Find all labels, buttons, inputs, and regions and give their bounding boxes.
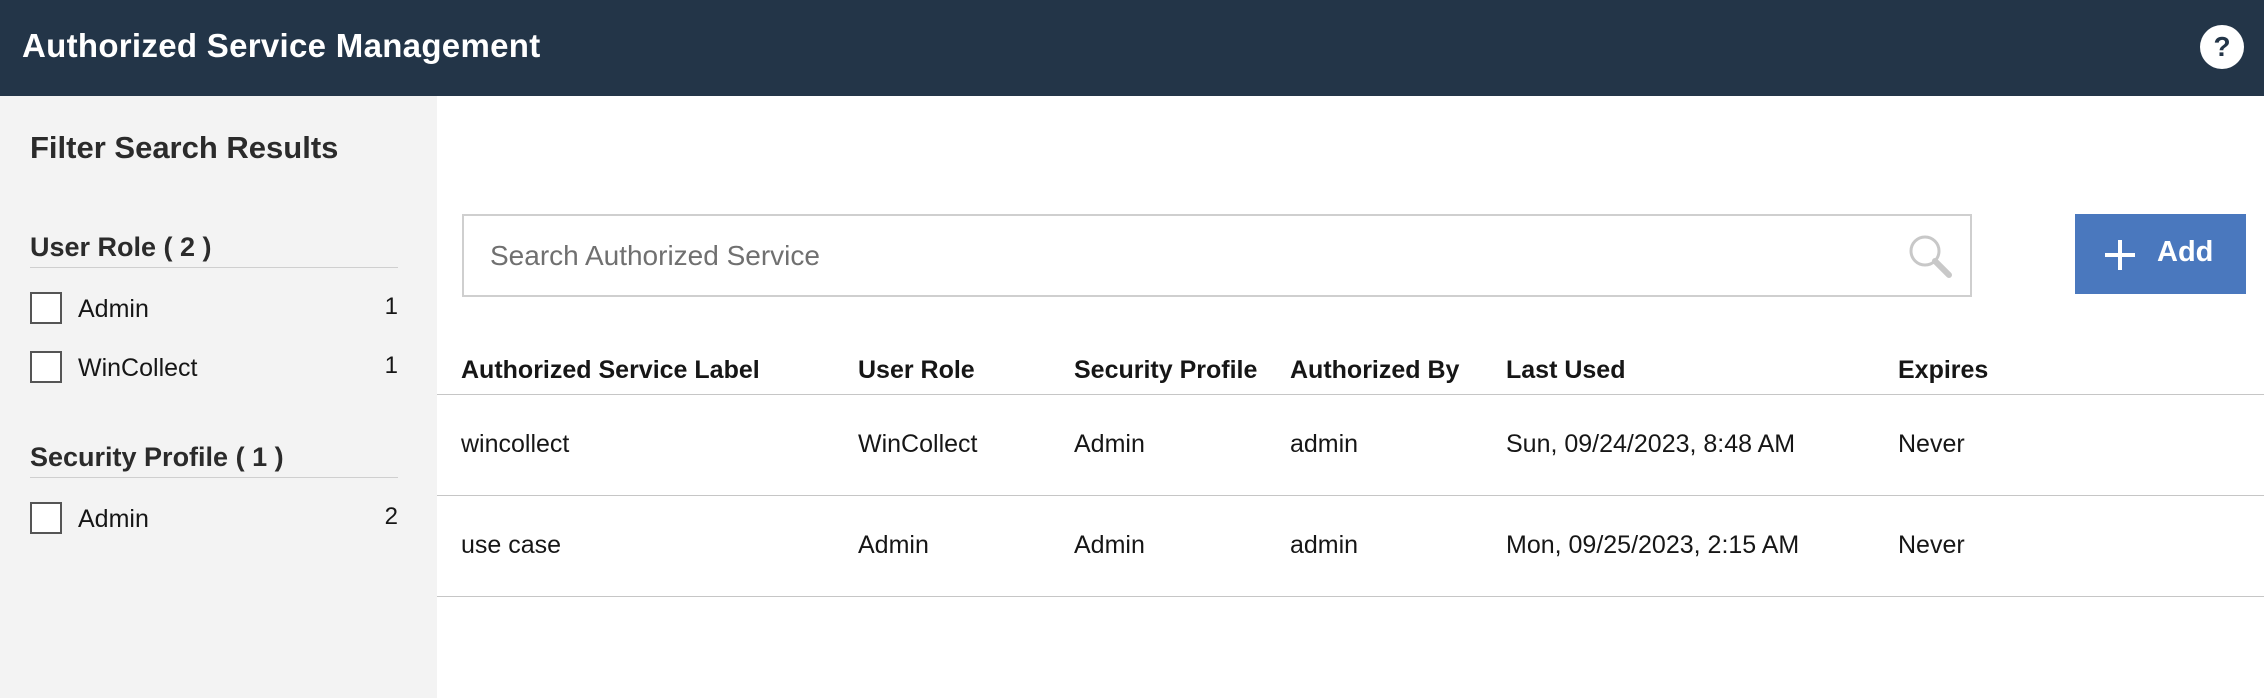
app-header: Authorized Service Management ? [0,0,2264,96]
cell-expires: Never [1898,531,1965,559]
cell-last-used: Mon, 09/25/2023, 2:15 AM [1506,531,1800,559]
filter-option-count: 2 [384,503,398,530]
filter-group-security-profile-heading: Security Profile ( 1 ) [30,442,398,478]
filter-option-label: WinCollect [78,354,198,382]
column-header-authorized-by[interactable]: Authorized By [1290,356,1459,385]
column-header-label[interactable]: Authorized Service Label [461,356,760,385]
column-header-expires[interactable]: Expires [1898,356,1988,385]
filter-group-user-role-heading: User Role ( 2 ) [30,232,398,268]
cell-user-role: WinCollect [858,430,978,458]
add-button-label: Add [2157,236,2214,268]
filter-option-count: 1 [384,293,398,320]
plus-icon [2105,240,2135,270]
cell-service-label: wincollect [461,430,570,458]
filter-sidebar: Filter Search Results User Role ( 2 ) Ad… [0,96,437,698]
table-row[interactable]: use case Admin Admin admin Mon, 09/25/20… [437,496,2264,597]
checkbox[interactable] [30,351,62,383]
filter-option-user-role-admin[interactable]: Admin 1 [30,291,398,327]
cell-service-label: use case [461,531,562,559]
search-box [462,214,1972,297]
column-header-security-profile[interactable]: Security Profile [1074,356,1257,385]
filter-option-user-role-wincollect[interactable]: WinCollect 1 [30,350,398,386]
cell-security-profile: Admin [1074,430,1145,458]
cell-last-used: Sun, 09/24/2023, 8:48 AM [1506,430,1796,458]
cell-security-profile: Admin [1074,531,1145,559]
page-title: Authorized Service Management [22,27,541,64]
cell-user-role: Admin [858,531,929,559]
table-row[interactable]: wincollect WinCollect Admin admin Sun, 0… [437,395,2264,496]
search-input[interactable] [464,216,1894,295]
table-header: Authorized Service Label User Role Secur… [437,340,2264,395]
column-header-user-role[interactable]: User Role [858,356,975,385]
add-button[interactable]: Add [2075,214,2246,294]
checkbox[interactable] [30,502,62,534]
cell-authorized-by: admin [1290,430,1359,458]
filter-option-label: Admin [78,295,149,323]
checkbox[interactable] [30,292,62,324]
help-icon[interactable]: ? [2200,25,2244,69]
filter-option-security-profile-admin[interactable]: Admin 2 [30,501,398,537]
search-icon[interactable] [1906,232,1954,280]
cell-authorized-by: admin [1290,531,1359,559]
filter-option-label: Admin [78,505,149,533]
cell-expires: Never [1898,430,1965,458]
filter-title: Filter Search Results [30,130,339,165]
filter-option-count: 1 [384,352,398,379]
column-header-last-used[interactable]: Last Used [1506,356,1625,385]
